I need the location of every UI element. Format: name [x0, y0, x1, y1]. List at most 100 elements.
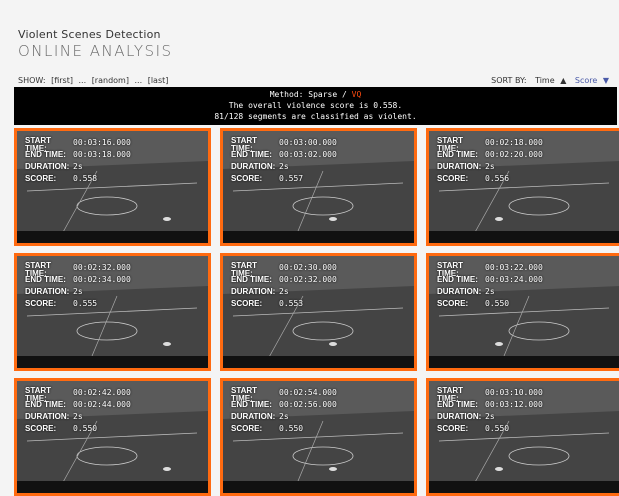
- score-value: 0.556: [485, 174, 510, 183]
- end-time-value: 00:02:32.000: [279, 275, 337, 284]
- end-time-value: 00:03:02.000: [279, 150, 337, 159]
- segment-card[interactable]: START TIME: 00:02:54.000 END TIME: 00:02:56…: [220, 378, 417, 496]
- start-time-label: START TIME:: [25, 136, 52, 153]
- duration-value: 2s: [73, 162, 83, 171]
- start-time-label: START TIME:: [437, 386, 464, 403]
- segment-card[interactable]: START TIME: 00:03:10.000 END TIME: 00:03:12…: [426, 378, 619, 496]
- score-value: 0.550: [485, 299, 510, 308]
- score-label: SCORE:: [437, 299, 469, 308]
- start-time-label: START TIME:: [25, 386, 52, 403]
- start-time-label: START TIME:: [231, 136, 258, 153]
- sort-score-button[interactable]: Score ▼: [572, 76, 609, 85]
- score-value: 0.553: [279, 299, 304, 308]
- duration-value: 2s: [485, 412, 495, 421]
- duration-label: DURATION:: [25, 412, 70, 421]
- duration-label: DURATION:: [437, 412, 482, 421]
- duration-value: 2s: [279, 287, 289, 296]
- duration-value: 2s: [485, 287, 495, 296]
- start-time-value: 00:02:30.000: [279, 263, 337, 272]
- segment-metadata: START TIME: 00:02:42.000 END TIME: 00:02:44…: [25, 387, 131, 435]
- show-last-link[interactable]: [last]: [148, 76, 169, 85]
- duration-value: 2s: [73, 287, 83, 296]
- end-time-value: 00:03:12.000: [485, 400, 543, 409]
- segment-card[interactable]: START TIME: 00:02:42.000 END TIME: 00:02:44…: [14, 378, 211, 496]
- method-text: Method: Sparse /: [269, 90, 347, 99]
- segment-metadata: START TIME: 00:03:16.000 END TIME: 00:03:18…: [25, 137, 131, 185]
- duration-label: DURATION:: [231, 412, 276, 421]
- end-time-label: END TIME:: [437, 275, 478, 284]
- page-header: Violent Scenes Detection ONLINE ANALYSIS: [18, 28, 173, 60]
- duration-label: DURATION:: [25, 287, 70, 296]
- start-time-value: 00:02:32.000: [73, 263, 131, 272]
- score-label: SCORE:: [25, 424, 57, 433]
- show-random-link[interactable]: [random]: [92, 76, 129, 85]
- end-time-value: 00:03:18.000: [73, 150, 131, 159]
- segment-metadata: START TIME: 00:02:54.000 END TIME: 00:02:56…: [231, 387, 337, 435]
- start-time-label: START TIME:: [437, 136, 464, 153]
- start-time-value: 00:03:22.000: [485, 263, 543, 272]
- start-time-value: 00:03:16.000: [73, 138, 131, 147]
- start-time-value: 00:02:42.000: [73, 388, 131, 397]
- duration-label: DURATION:: [437, 162, 482, 171]
- score-value: 0.557: [279, 174, 304, 183]
- start-time-label: START TIME:: [231, 261, 258, 278]
- duration-value: 2s: [279, 162, 289, 171]
- segment-metadata: START TIME: 00:03:22.000 END TIME: 00:03:24…: [437, 262, 543, 310]
- end-time-label: END TIME:: [437, 150, 478, 159]
- end-time-label: END TIME:: [25, 275, 66, 284]
- end-time-label: END TIME:: [437, 400, 478, 409]
- segment-card[interactable]: START TIME: 00:02:18.000 END TIME: 00:02:20…: [426, 128, 619, 246]
- show-label: SHOW:: [18, 76, 46, 85]
- duration-value: 2s: [485, 162, 495, 171]
- segment-card[interactable]: START TIME: 00:03:22.000 END TIME: 00:03:24…: [426, 253, 619, 371]
- score-label: SCORE:: [25, 174, 57, 183]
- overall-score-text: The overall violence score is 0.558.: [228, 101, 403, 110]
- app-title: Violent Scenes Detection: [18, 28, 161, 41]
- segment-card[interactable]: START TIME: 00:02:32.000 END TIME: 00:02:34…: [14, 253, 211, 371]
- end-time-value: 00:02:34.000: [73, 275, 131, 284]
- classified-count-text: 81/128 segments are classified as violen…: [214, 112, 417, 121]
- end-time-value: 00:02:56.000: [279, 400, 337, 409]
- show-first-link[interactable]: [first]: [51, 76, 73, 85]
- end-time-value: 00:02:44.000: [73, 400, 131, 409]
- segment-card[interactable]: START TIME: 00:03:00.000 END TIME: 00:03:02…: [220, 128, 417, 246]
- duration-label: DURATION:: [25, 162, 70, 171]
- show-separator: ...: [134, 76, 143, 85]
- end-time-label: END TIME:: [25, 400, 66, 409]
- show-controls: SHOW: [first] ... [random] ... [last]: [18, 76, 171, 85]
- score-label: SCORE:: [25, 299, 57, 308]
- score-label: SCORE:: [231, 424, 263, 433]
- score-value: 0.550: [485, 424, 510, 433]
- score-value: 0.550: [73, 424, 98, 433]
- segment-card[interactable]: START TIME: 00:03:16.000 END TIME: 00:03:18…: [14, 128, 211, 246]
- show-separator: ...: [78, 76, 87, 85]
- page-subtitle: ONLINE ANALYSIS: [18, 42, 173, 60]
- start-time-label: START TIME:: [437, 261, 464, 278]
- start-time-label: START TIME:: [25, 261, 52, 278]
- segment-metadata: START TIME: 00:03:10.000 END TIME: 00:03:12…: [437, 387, 543, 435]
- score-label: SCORE:: [437, 174, 469, 183]
- sort-controls: SORT BY: Time ▲ Score ▼: [488, 76, 609, 85]
- end-time-label: END TIME:: [231, 275, 272, 284]
- duration-label: DURATION:: [231, 162, 276, 171]
- end-time-value: 00:02:20.000: [485, 150, 543, 159]
- end-time-label: END TIME:: [231, 150, 272, 159]
- score-value: 0.558: [73, 174, 98, 183]
- segment-metadata: START TIME: 00:02:30.000 END TIME: 00:02:32…: [231, 262, 337, 310]
- score-value: 0.550: [279, 424, 304, 433]
- segment-metadata: START TIME: 00:02:32.000 END TIME: 00:02:34…: [25, 262, 131, 310]
- score-label: SCORE:: [231, 299, 263, 308]
- method-vq: VQ: [351, 90, 362, 99]
- score-label: SCORE:: [231, 174, 263, 183]
- sort-time-button[interactable]: Time ▲: [532, 76, 566, 85]
- segment-card[interactable]: START TIME: 00:02:30.000 END TIME: 00:02:32…: [220, 253, 417, 371]
- start-time-value: 00:02:18.000: [485, 138, 543, 147]
- end-time-label: END TIME:: [25, 150, 66, 159]
- triangle-down-icon: ▼: [602, 76, 609, 85]
- score-label: SCORE:: [437, 424, 469, 433]
- duration-label: DURATION:: [231, 287, 276, 296]
- duration-label: DURATION:: [437, 287, 482, 296]
- start-time-value: 00:03:00.000: [279, 138, 337, 147]
- start-time-label: START TIME:: [231, 386, 258, 403]
- duration-value: 2s: [279, 412, 289, 421]
